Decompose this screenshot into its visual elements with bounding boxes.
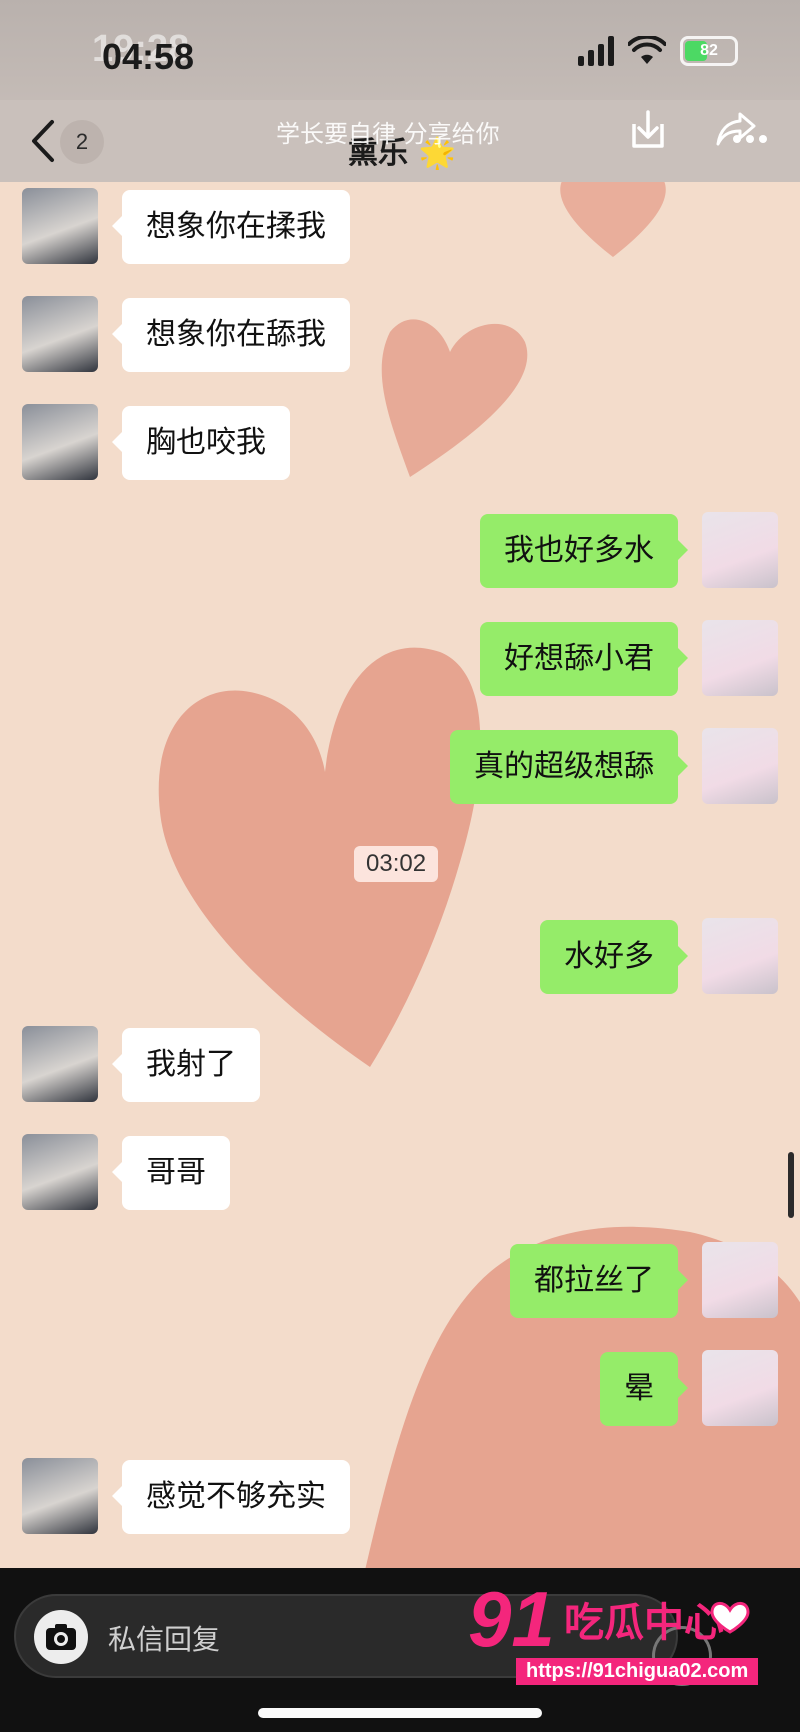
message-bubble-outgoing[interactable]: 晕 (600, 1352, 688, 1426)
avatar[interactable] (702, 728, 778, 804)
avatar[interactable] (702, 1242, 778, 1318)
message-bubble-incoming[interactable]: 哥哥 (112, 1136, 230, 1210)
more-icon[interactable] (732, 134, 768, 144)
message-bubble-incoming[interactable]: 想象你在揉我 (112, 190, 350, 264)
message-row: 感觉不够充实 (0, 1458, 800, 1538)
share-banner: 学长要自律 分享给你 (276, 120, 500, 148)
message-bubble-outgoing[interactable]: 我也好多水 (480, 514, 688, 588)
reply-placeholder: 私信回复 (108, 1623, 221, 1656)
avatar[interactable] (22, 188, 98, 264)
message-row: 晕 (0, 1350, 800, 1430)
svg-text:91: 91 (468, 1576, 555, 1660)
camera-icon (46, 1624, 76, 1650)
avatar[interactable] (22, 1458, 98, 1534)
signal-icon (578, 36, 614, 66)
message-bubble-incoming[interactable]: 感觉不够充实 (112, 1460, 350, 1534)
status-time: 04:58 (102, 36, 195, 77)
battery-level: 82 (700, 42, 718, 59)
message-row: 我也好多水 (0, 512, 800, 592)
message-bubble-outgoing[interactable]: 好想舔小君 (480, 622, 688, 696)
scrollbar[interactable] (788, 1152, 794, 1218)
status-bar: 19:28 04:58 82 (0, 0, 800, 100)
chat-area[interactable]: 03:02 想象你在揉我 想象你在舔我 胸也咬我 我也好多水 好想舔小君 真的超… (0, 182, 800, 1568)
unread-badge[interactable]: 2 (60, 120, 104, 164)
avatar[interactable] (702, 512, 778, 588)
avatar[interactable] (22, 1134, 98, 1210)
message-row: 想象你在揉我 (0, 188, 800, 268)
message-timestamp: 03:02 (354, 846, 439, 882)
message-bubble-incoming[interactable]: 想象你在舔我 (112, 298, 350, 372)
message-bubble-outgoing[interactable]: 真的超级想舔 (450, 730, 688, 804)
avatar[interactable] (22, 296, 98, 372)
message-bubble-incoming[interactable]: 胸也咬我 (112, 406, 290, 480)
message-row: 水好多 (0, 918, 800, 998)
avatar[interactable] (702, 918, 778, 994)
message-row: 想象你在舔我 (0, 296, 800, 376)
back-icon[interactable] (24, 118, 64, 164)
message-row: 我射了 (0, 1026, 800, 1106)
message-row: 真的超级想舔 (0, 728, 800, 808)
svg-text:吃瓜中心: 吃瓜中心 (564, 1600, 724, 1646)
download-icon[interactable] (626, 108, 670, 152)
share-icon[interactable] (714, 108, 770, 152)
message-row: 胸也咬我 (0, 404, 800, 484)
message-bubble-incoming[interactable]: 我射了 (112, 1028, 260, 1102)
message-row: 哥哥 (0, 1134, 800, 1214)
message-row: 都拉丝了 (0, 1242, 800, 1322)
home-indicator (258, 1708, 542, 1718)
watermark-url: https://91chigua02.com (516, 1658, 759, 1685)
battery-icon: 82 (680, 36, 738, 66)
camera-button[interactable] (34, 1610, 88, 1664)
message-row: 好想舔小君 (0, 620, 800, 700)
avatar[interactable] (702, 620, 778, 696)
message-bubble-outgoing[interactable]: 水好多 (540, 920, 688, 994)
status-icons: 82 (578, 36, 738, 66)
avatar[interactable] (702, 1350, 778, 1426)
avatar[interactable] (22, 404, 98, 480)
avatar[interactable] (22, 1026, 98, 1102)
wifi-icon (628, 36, 666, 64)
watermark-logo: 91 吃瓜中心 (468, 1576, 750, 1660)
message-bubble-outgoing[interactable]: 都拉丝了 (510, 1244, 688, 1318)
